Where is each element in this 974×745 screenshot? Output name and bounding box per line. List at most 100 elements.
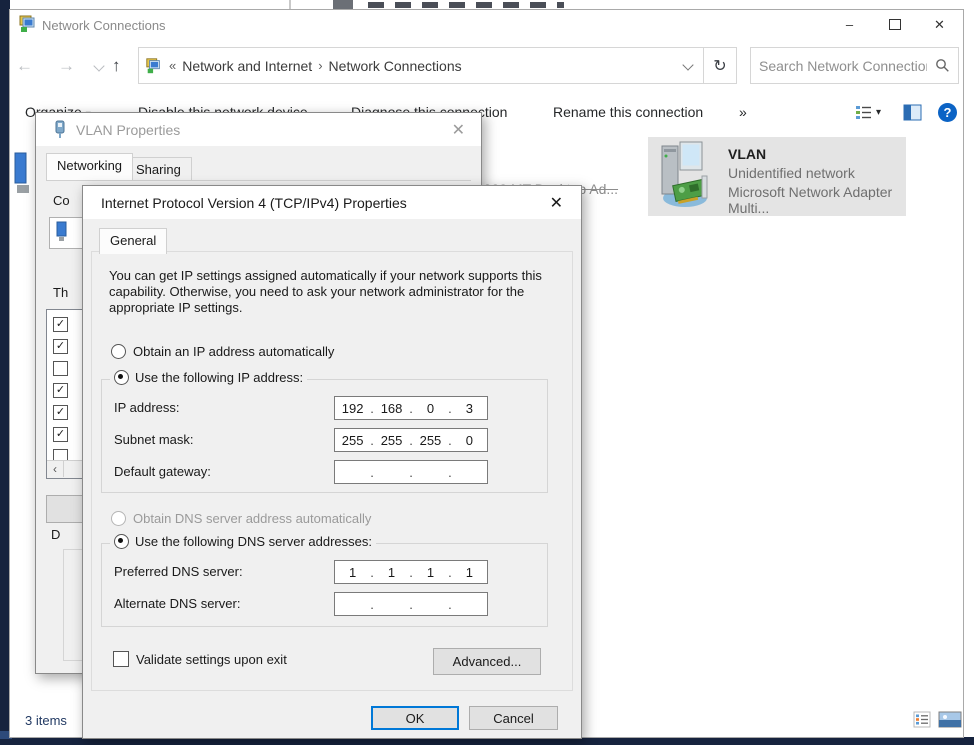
ip-octet[interactable]: 0 — [413, 401, 448, 416]
vlan-dialog-close-icon[interactable]: ✕ — [452, 120, 465, 140]
view-dropdown-icon: ▾ — [876, 107, 881, 118]
recent-locations-chevron-icon[interactable] — [93, 60, 104, 71]
octet-separator: . — [448, 465, 452, 480]
radio-obtain-ip-row[interactable]: Obtain an IP address automatically — [111, 344, 334, 359]
radio-obtain-ip-label: Obtain an IP address automatically — [133, 344, 334, 359]
window-title: Network Connections — [42, 18, 166, 33]
search-input[interactable] — [751, 48, 935, 83]
item-checkbox[interactable]: ✓ — [53, 427, 68, 442]
refresh-button[interactable]: ↻ — [703, 47, 737, 84]
network-connections-icon — [18, 14, 38, 39]
search-icon — [935, 58, 950, 73]
ip-octet[interactable]: 192 — [335, 401, 370, 416]
validate-settings-label: Validate settings upon exit — [136, 652, 287, 667]
screen: Network Connections – ✕ ← → ↑ « — [0, 0, 974, 745]
breadcrumb-collapse-icon[interactable]: « — [163, 58, 176, 73]
radio-use-dns-row[interactable]: Use the following DNS server addresses: — [110, 534, 376, 549]
search-box[interactable] — [750, 47, 959, 84]
ip-octet[interactable]: 168 — [374, 401, 409, 416]
ip-octet[interactable]: 1 — [335, 565, 370, 580]
vlan-item-status: Unidentified network — [728, 165, 855, 181]
rename-connection-button[interactable]: Rename this connection — [553, 104, 703, 120]
ip-octet[interactable]: 1 — [374, 565, 409, 580]
preferred-dns-input[interactable]: 1. 1. 1. 1 — [334, 560, 488, 584]
ok-button[interactable]: OK — [371, 706, 459, 730]
ip-octet[interactable]: 1 — [452, 565, 487, 580]
alternate-dns-label: Alternate DNS server: — [114, 596, 240, 611]
default-gateway-input[interactable]: . . . — [334, 460, 488, 484]
details-view-toggle[interactable] — [913, 711, 931, 733]
large-icons-view-toggle-icon — [938, 711, 962, 728]
vlan-item-name: VLAN — [728, 146, 766, 162]
ip-octet[interactable]: 255 — [335, 433, 370, 448]
scroll-left-icon[interactable]: ‹ — [47, 461, 64, 477]
close-button[interactable]: ✕ — [917, 10, 962, 39]
vlan-item-device: Microsoft Network Adapter Multi... — [728, 184, 906, 216]
ip-address-input[interactable]: 192. 168. 0. 3 — [334, 396, 488, 420]
address-bar[interactable]: « Network and Internet › Network Connect… — [138, 47, 705, 84]
radio-obtain-dns-row: Obtain DNS server address automatically — [111, 511, 371, 526]
use-dns-groupbox: Use the following DNS server addresses: … — [101, 543, 548, 627]
large-icons-view-toggle[interactable] — [938, 711, 962, 733]
tab-sharing[interactable]: Sharing — [125, 157, 192, 180]
ip-octet[interactable]: 1 — [413, 565, 448, 580]
item-checkbox[interactable]: ✓ — [53, 383, 68, 398]
use-ip-groupbox: Use the following IP address: IP address… — [101, 379, 548, 493]
maximize-icon — [889, 19, 901, 30]
refresh-icon: ↻ — [713, 56, 726, 76]
vlan-connection-item[interactable]: VLAN Unidentified network Microsoft Netw… — [648, 137, 906, 216]
validate-settings-checkbox[interactable] — [113, 651, 129, 667]
items-count: 3 items — [25, 713, 67, 728]
alternate-dns-input[interactable]: . . . — [334, 592, 488, 616]
item-checkbox[interactable]: ✓ — [53, 339, 68, 354]
back-icon[interactable]: ← — [16, 56, 33, 76]
details-view-icon — [855, 105, 872, 120]
ipv4-dialog-close-icon[interactable]: ✕ — [550, 193, 563, 213]
preview-pane-button[interactable] — [903, 104, 922, 126]
up-icon[interactable]: ↑ — [112, 56, 121, 76]
vlan-dialog-icon — [53, 120, 67, 144]
ipv4-dialog-titlebar[interactable]: Internet Protocol Version 4 (TCP/IPv4) P… — [83, 186, 581, 219]
item-checkbox[interactable] — [53, 361, 68, 376]
connection-items-label-fragment: Th — [53, 285, 68, 300]
minimize-button[interactable]: – — [827, 10, 872, 39]
ip-octet[interactable]: 255 — [413, 433, 448, 448]
radio-use-ip-label: Use the following IP address: — [135, 370, 303, 385]
breadcrumb-network-and-internet[interactable]: Network and Internet — [176, 58, 318, 74]
radio-obtain-dns-label: Obtain DNS server address automatically — [133, 511, 371, 526]
octet-separator: . — [409, 597, 413, 612]
vlan-dialog-titlebar[interactable]: VLAN Properties ✕ — [36, 113, 481, 146]
validate-settings-row[interactable]: Validate settings upon exit — [113, 651, 287, 667]
maximize-button[interactable] — [872, 10, 917, 39]
octet-separator: . — [370, 597, 374, 612]
details-view-toggle-icon — [913, 711, 931, 728]
radio-use-dns-label: Use the following DNS server addresses: — [135, 534, 372, 549]
help-button[interactable]: ? — [938, 103, 957, 122]
change-view-button[interactable]: ▾ — [855, 105, 881, 120]
subnet-mask-input[interactable]: 255. 255. 255. 0 — [334, 428, 488, 452]
vlan-dialog-title: VLAN Properties — [76, 122, 180, 138]
ip-octet[interactable]: 3 — [452, 401, 487, 416]
titlebar[interactable]: Network Connections – ✕ — [10, 10, 963, 40]
tab-networking[interactable]: Networking — [46, 153, 133, 180]
cancel-button[interactable]: Cancel — [469, 706, 558, 730]
radio-obtain-ip[interactable] — [111, 344, 126, 359]
item-checkbox[interactable]: ✓ — [53, 317, 68, 332]
address-location-icon — [145, 57, 163, 75]
radio-use-ip[interactable] — [114, 370, 129, 385]
address-dropdown-chevron-icon[interactable] — [682, 59, 693, 70]
radio-use-dns[interactable] — [114, 534, 129, 549]
close-icon: ✕ — [934, 17, 945, 33]
toolbar-overflow-chevron[interactable]: » — [739, 104, 747, 120]
description-label-fragment: D — [51, 527, 60, 542]
radio-use-ip-row[interactable]: Use the following IP address: — [110, 370, 307, 385]
tab-general[interactable]: General — [99, 228, 167, 254]
ip-octet[interactable]: 0 — [452, 433, 487, 448]
advanced-button[interactable]: Advanced... — [433, 648, 541, 675]
ip-octet[interactable]: 255 — [374, 433, 409, 448]
background-window-fragment — [333, 0, 353, 9]
help-icon: ? — [944, 105, 952, 120]
forward-icon[interactable]: → — [58, 56, 75, 76]
item-checkbox[interactable]: ✓ — [53, 405, 68, 420]
breadcrumb-network-connections[interactable]: Network Connections — [323, 58, 468, 74]
